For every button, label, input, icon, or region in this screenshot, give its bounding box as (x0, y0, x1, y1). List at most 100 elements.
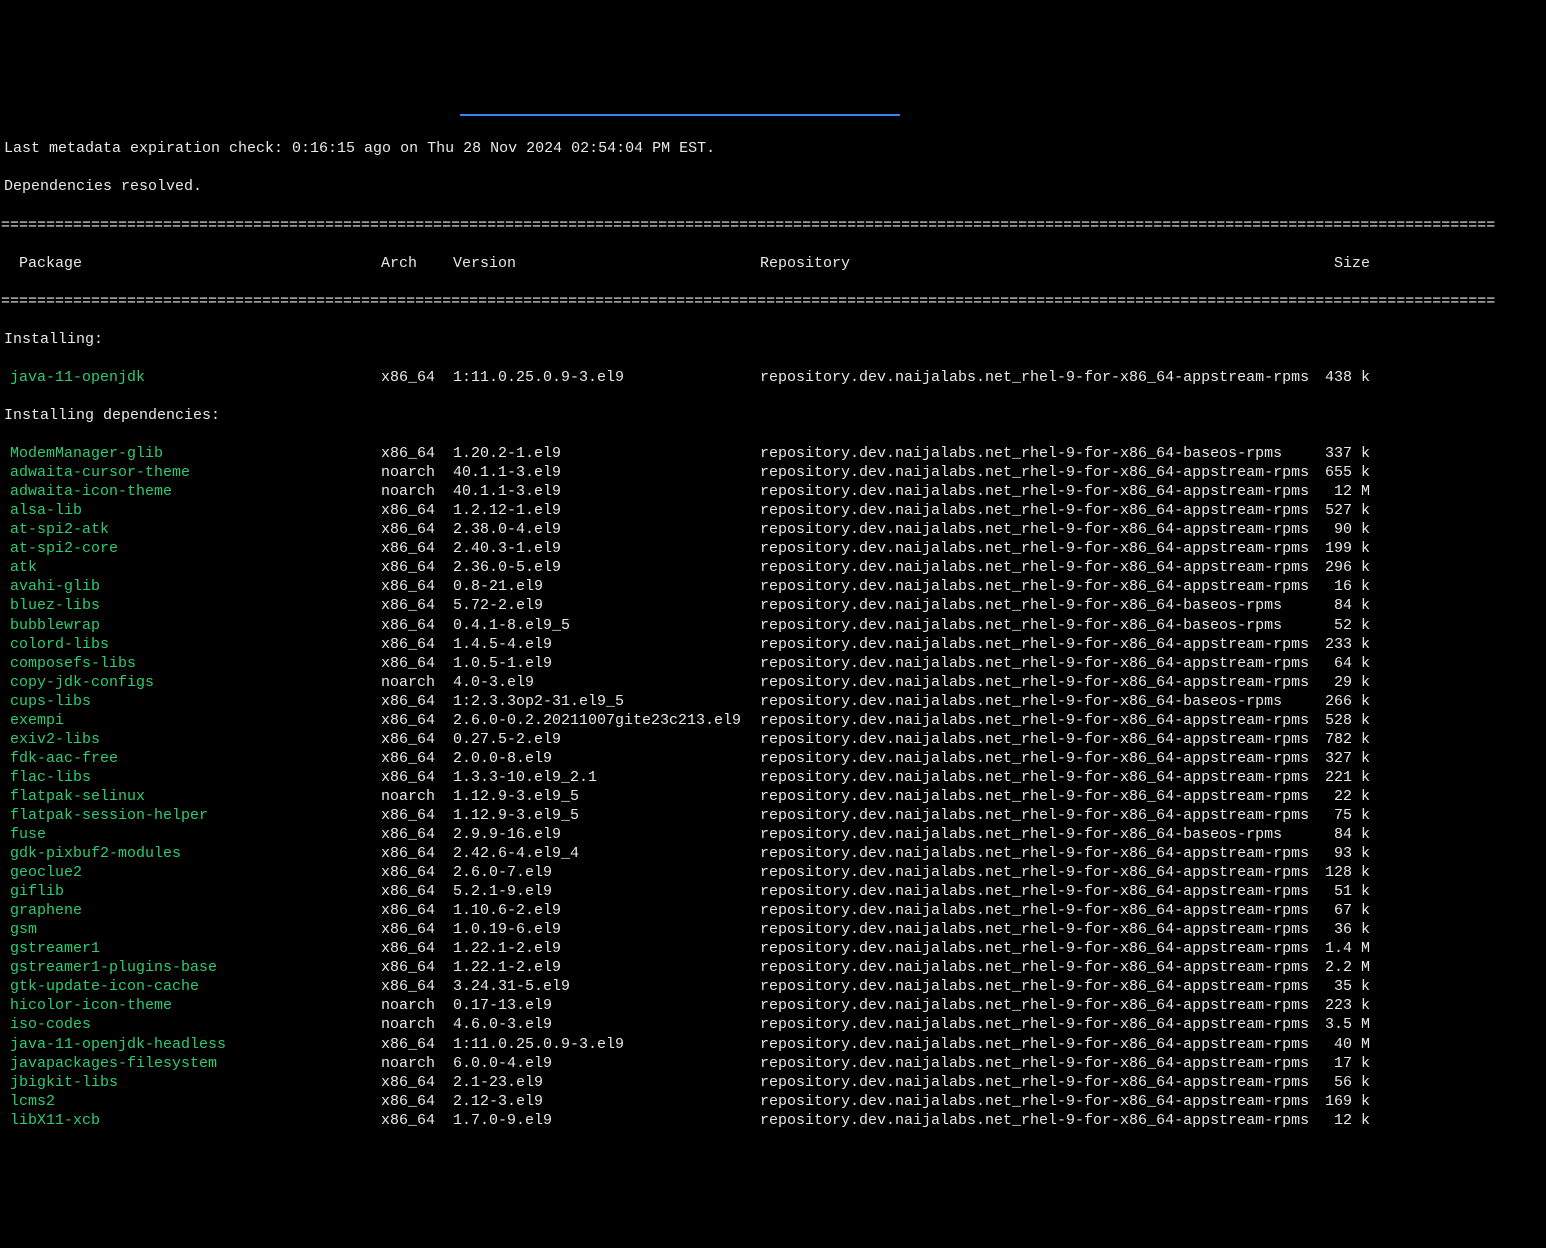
package-size: 51 k (1322, 882, 1378, 901)
package-size: 56 k (1322, 1073, 1378, 1092)
package-name: adwaita-cursor-theme (0, 463, 381, 482)
package-repository: repository.dev.naijalabs.net_rhel-9-for-… (760, 977, 1322, 996)
package-name: gdk-pixbuf2-modules (0, 844, 381, 863)
package-name: copy-jdk-configs (0, 673, 381, 692)
package-version: 1.10.6-2.el9 (453, 901, 760, 920)
package-size: 29 k (1322, 673, 1378, 692)
package-version: 2.12-3.el9 (453, 1092, 760, 1111)
package-name: flac-libs (0, 768, 381, 787)
package-repository: repository.dev.naijalabs.net_rhel-9-for-… (760, 520, 1322, 539)
package-version: 6.0.0-4.el9 (453, 1054, 760, 1073)
package-repository: repository.dev.naijalabs.net_rhel-9-for-… (760, 463, 1322, 482)
package-arch: x86_64 (381, 635, 453, 654)
package-size: 84 k (1322, 596, 1378, 615)
package-name: giflib (0, 882, 381, 901)
package-size: 93 k (1322, 844, 1378, 863)
package-repository: repository.dev.naijalabs.net_rhel-9-for-… (760, 787, 1322, 806)
package-name: hicolor-icon-theme (0, 996, 381, 1015)
package-version: 2.6.0-0.2.20211007gite23c213.el9 (453, 711, 760, 730)
package-size: 22 k (1322, 787, 1378, 806)
package-version: 0.27.5-2.el9 (453, 730, 760, 749)
package-version: 2.38.0-4.el9 (453, 520, 760, 539)
package-size: 296 k (1322, 558, 1378, 577)
package-arch: x86_64 (381, 844, 453, 863)
package-repository: repository.dev.naijalabs.net_rhel-9-for-… (760, 1111, 1322, 1130)
package-name: gsm (0, 920, 381, 939)
package-size: 90 k (1322, 520, 1378, 539)
package-row: exempix86_642.6.0-0.2.20211007gite23c213… (0, 711, 1546, 730)
package-row: bubblewrapx86_640.4.1-8.el9_5repository.… (0, 616, 1546, 635)
package-row: geoclue2x86_642.6.0-7.el9repository.dev.… (0, 863, 1546, 882)
package-repository: repository.dev.naijalabs.net_rhel-9-for-… (760, 616, 1322, 635)
package-arch: x86_64 (381, 730, 453, 749)
package-arch: x86_64 (381, 596, 453, 615)
package-version: 1.4.5-4.el9 (453, 635, 760, 654)
package-row: bluez-libsx86_645.72-2.el9repository.dev… (0, 596, 1546, 615)
package-name: alsa-lib (0, 501, 381, 520)
package-size: 128 k (1322, 863, 1378, 882)
package-repository: repository.dev.naijalabs.net_rhel-9-for-… (760, 939, 1322, 958)
active-tab-indicator (460, 114, 900, 116)
package-size: 221 k (1322, 768, 1378, 787)
package-arch: x86_64 (381, 977, 453, 996)
package-size: 527 k (1322, 501, 1378, 520)
package-arch: x86_64 (381, 863, 453, 882)
package-arch: x86_64 (381, 654, 453, 673)
header-arch: Arch (381, 254, 453, 273)
package-repository: repository.dev.naijalabs.net_rhel-9-for-… (760, 806, 1322, 825)
divider-bottom: ========================================… (0, 292, 1546, 311)
package-repository: repository.dev.naijalabs.net_rhel-9-for-… (760, 863, 1322, 882)
package-size: 199 k (1322, 539, 1378, 558)
header-size: Size (1322, 254, 1378, 273)
package-repository: repository.dev.naijalabs.net_rhel-9-for-… (760, 1092, 1322, 1111)
package-version: 2.9.9-16.el9 (453, 825, 760, 844)
package-version: 2.40.3-1.el9 (453, 539, 760, 558)
package-version: 3.24.31-5.el9 (453, 977, 760, 996)
package-row: giflibx86_645.2.1-9.el9repository.dev.na… (0, 882, 1546, 901)
package-size: 169 k (1322, 1092, 1378, 1111)
package-size: 528 k (1322, 711, 1378, 730)
terminal-output[interactable]: Last metadata expiration check: 0:16:15 … (0, 116, 1546, 1153)
package-version: 1:11.0.25.0.9-3.el9 (453, 368, 760, 387)
package-repository: repository.dev.naijalabs.net_rhel-9-for-… (760, 711, 1322, 730)
package-arch: noarch (381, 787, 453, 806)
package-size: 327 k (1322, 749, 1378, 768)
package-row: javapackages-filesystemnoarch6.0.0-4.el9… (0, 1054, 1546, 1073)
package-row: gdk-pixbuf2-modulesx86_642.42.6-4.el9_4r… (0, 844, 1546, 863)
package-size: 64 k (1322, 654, 1378, 673)
package-arch: x86_64 (381, 806, 453, 825)
package-version: 1.20.2-1.el9 (453, 444, 760, 463)
package-version: 1.22.1-2.el9 (453, 939, 760, 958)
package-row: at-spi2-corex86_642.40.3-1.el9repository… (0, 539, 1546, 558)
package-arch: x86_64 (381, 825, 453, 844)
package-size: 36 k (1322, 920, 1378, 939)
package-repository: repository.dev.naijalabs.net_rhel-9-for-… (760, 1073, 1322, 1092)
package-row: flatpak-session-helperx86_641.12.9-3.el9… (0, 806, 1546, 825)
package-name: iso-codes (0, 1015, 381, 1034)
package-size: 2.2 M (1322, 958, 1378, 977)
package-arch: x86_64 (381, 501, 453, 520)
package-row: gstreamer1x86_641.22.1-2.el9repository.d… (0, 939, 1546, 958)
package-size: 17 k (1322, 1054, 1378, 1073)
package-repository: repository.dev.naijalabs.net_rhel-9-for-… (760, 730, 1322, 749)
package-arch: x86_64 (381, 692, 453, 711)
package-version: 1.0.19-6.el9 (453, 920, 760, 939)
package-version: 1.12.9-3.el9_5 (453, 806, 760, 825)
package-size: 1.4 M (1322, 939, 1378, 958)
package-version: 0.4.1-8.el9_5 (453, 616, 760, 635)
package-repository: repository.dev.naijalabs.net_rhel-9-for-… (760, 882, 1322, 901)
package-name: flatpak-session-helper (0, 806, 381, 825)
package-row: fdk-aac-freex86_642.0.0-8.el9repository.… (0, 749, 1546, 768)
package-version: 0.8-21.el9 (453, 577, 760, 596)
package-arch: x86_64 (381, 558, 453, 577)
package-row: gsmx86_641.0.19-6.el9repository.dev.naij… (0, 920, 1546, 939)
package-repository: repository.dev.naijalabs.net_rhel-9-for-… (760, 901, 1322, 920)
package-size: 655 k (1322, 463, 1378, 482)
package-row: libX11-xcbx86_641.7.0-9.el9repository.de… (0, 1111, 1546, 1130)
package-row: hicolor-icon-themenoarch0.17-13.el9repos… (0, 996, 1546, 1015)
package-repository: repository.dev.naijalabs.net_rhel-9-for-… (760, 1054, 1322, 1073)
package-version: 4.0-3.el9 (453, 673, 760, 692)
package-repository: repository.dev.naijalabs.net_rhel-9-for-… (760, 482, 1322, 501)
package-repository: repository.dev.naijalabs.net_rhel-9-for-… (760, 501, 1322, 520)
package-size: 3.5 M (1322, 1015, 1378, 1034)
